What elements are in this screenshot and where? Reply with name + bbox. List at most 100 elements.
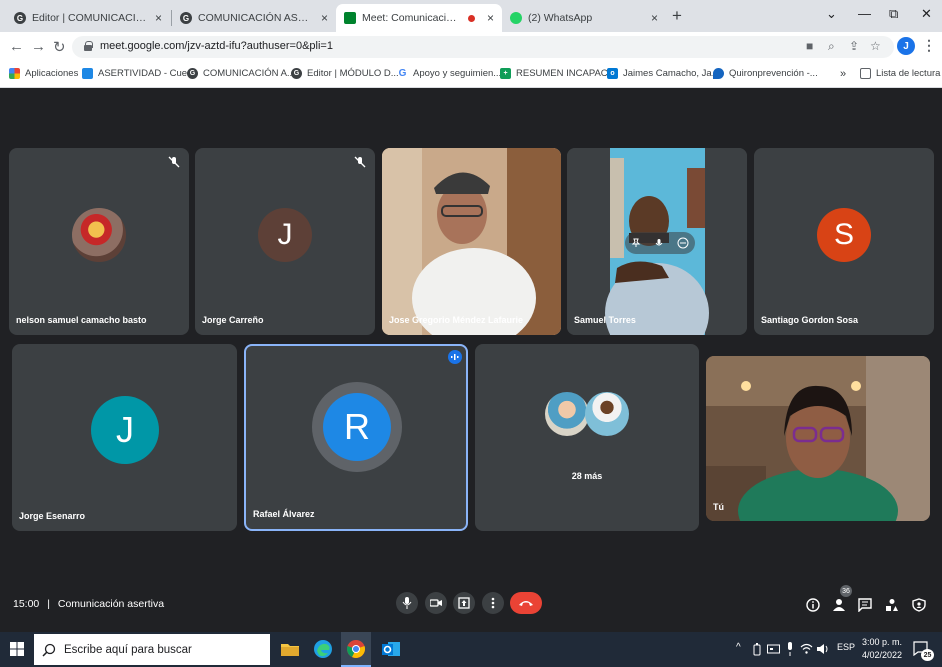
tab-search-chevron-icon[interactable]: ⌄ [826,6,837,22]
bookmark-label: Apoyo y seguimien... [413,68,502,79]
participant-tile-rafael[interactable]: R Rafael Álvarez [244,344,468,531]
camera-button[interactable] [425,592,447,614]
bookmark-apoyo[interactable]: G Apoyo y seguimien... [397,68,502,79]
browser-menu-icon[interactable]: ⋮ [922,37,936,54]
reading-list-button[interactable]: Lista de lectura [860,68,940,79]
tab-meet[interactable]: Meet: Comunicación asertiva × [336,4,502,32]
pin-icon[interactable] [631,238,641,248]
participant-name: Jose Gregorio Méndez Lafaurie [389,315,524,325]
participant-tile-nelson[interactable]: nelson samuel camacho basto [9,148,189,335]
meeting-info-icon[interactable] [806,598,820,612]
tab-editor[interactable]: G Editor | COMUNICACIÓN ASERTIVA × [6,4,170,32]
participant-name: nelson samuel camacho basto [16,315,147,325]
host-controls-icon[interactable] [912,598,926,612]
tab-whatsapp[interactable]: (2) WhatsApp × [502,4,666,32]
share-icon[interactable]: ⇪ [849,39,859,53]
participant-tile-jose-gregorio[interactable]: Jose Gregorio Méndez Lafaurie [382,148,561,335]
edge-icon[interactable] [313,639,333,659]
taskbar-date: 4/02/2022 [862,650,903,660]
microphone-tray-icon[interactable] [786,642,794,656]
taskbar-search-box[interactable]: Escribe aquí para buscar [34,634,270,665]
bookmark-quiron[interactable]: Quironprevención -... [713,68,818,79]
meet-favicon-icon [344,12,356,24]
back-arrow-icon[interactable]: ← [9,38,24,55]
reload-icon[interactable]: ↻ [53,38,66,56]
participant-tile-samuel-torres[interactable]: Samuel Torres [567,148,747,335]
mic-off-icon [354,156,366,168]
bookmark-apps[interactable]: Aplicaciones [9,68,78,79]
participant-name: Rafael Álvarez [253,509,315,519]
present-screen-icon [458,597,470,609]
activities-icon[interactable] [885,598,899,612]
network-card-icon[interactable] [767,643,780,654]
taskbar-clock[interactable]: 3:00 p. m. 4/02/2022 [862,636,902,662]
participant-tile-jorge-esenarro[interactable]: J Jorge Esenarro [12,344,237,531]
language-indicator[interactable]: ESP [837,642,855,652]
tab-title: (2) WhatsApp [528,12,593,24]
mic-icon[interactable] [654,238,664,248]
microphone-button[interactable] [396,592,418,614]
recording-indicator-icon [467,14,475,22]
camera-in-use-icon[interactable]: ■ [806,39,813,53]
camera-icon [430,599,442,607]
bookmark-comunicacion[interactable]: G COMUNICACIÓN A... [187,68,295,79]
tab-title: COMUNICACIÓN ASERTIVA por | [198,12,315,24]
bookmark-star-icon[interactable]: ☆ [870,39,881,53]
participant-tile-others[interactable]: 28 más [475,344,699,531]
self-view-tile[interactable]: Tú [706,356,930,521]
whatsapp-favicon-icon [510,12,522,24]
close-window-icon[interactable]: ✕ [921,6,932,22]
battery-plug-icon[interactable] [752,643,762,656]
tab-close-icon[interactable]: × [487,11,494,25]
address-bar[interactable]: meet.google.com/jzv-aztd-ifu?authuser=0&… [72,36,894,58]
participant-tile-jorge-carreno[interactable]: J Jorge Carreño [195,148,375,335]
forward-arrow-icon[interactable]: → [31,38,46,55]
wifi-icon[interactable] [800,643,813,654]
remove-icon[interactable] [677,237,689,249]
bookmark-resumen[interactable]: + RESUMEN INCAPAC... [500,68,616,79]
zoom-icon[interactable]: ⌕ [828,39,835,54]
participant-name: Samuel Torres [574,315,636,325]
more-options-button[interactable] [482,592,504,614]
lock-icon [84,41,93,51]
bookmark-asertividad[interactable]: ASERTIVIDAD - Cue... [82,68,195,79]
participant-name: Jorge Carreño [202,315,264,325]
chrome-taskbar-active[interactable] [341,632,371,667]
tab-strip: G Editor | COMUNICACIÓN ASERTIVA × G COM… [0,0,942,32]
participant-tile-santiago[interactable]: S Santiago Gordon Sosa [754,148,934,335]
tab-close-icon[interactable]: × [321,11,328,25]
url-text: meet.google.com/jzv-aztd-ifu?authuser=0&… [100,40,333,52]
participant-initial-avatar: J [258,208,312,262]
outlook-icon[interactable] [381,639,401,659]
file-explorer-icon[interactable] [280,639,300,659]
tray-chevron-icon[interactable]: ^ [736,642,741,653]
new-tab-button[interactable]: + [672,6,682,26]
more-bookmarks-icon[interactable]: » [840,68,846,80]
profile-avatar[interactable]: J [897,37,915,55]
more-vert-icon [491,597,495,609]
present-button[interactable] [453,592,475,614]
restore-icon[interactable]: ⧉ [889,6,898,22]
tab-comunicacion[interactable]: G COMUNICACIÓN ASERTIVA por | × [172,4,336,32]
google-g-icon: G [398,68,407,79]
minimize-icon[interactable]: — [858,6,871,21]
chat-icon[interactable] [858,598,872,612]
bookmark-jaimes[interactable]: o Jaimes Camacho, Ja... [607,68,720,79]
bookmark-editor-modulo[interactable]: G Editor | MÓDULO D... [291,68,399,79]
meet-stage: nelson samuel camacho basto J Jorge Carr… [0,88,942,632]
chrome-favicon-icon: G [180,12,192,24]
windows-start-icon[interactable] [10,642,24,656]
people-icon[interactable] [832,598,846,612]
reading-list-icon [860,68,871,79]
leave-call-button[interactable] [510,592,542,614]
participant-photo-avatar [72,208,126,262]
tab-close-icon[interactable]: × [155,11,162,25]
bookmark-label: Aplicaciones [25,68,79,79]
site-favicon-icon [82,68,93,79]
tab-title: Meet: Comunicación asertiva [362,12,462,24]
more-participants-label: 28 más [571,471,603,481]
site-favicon-icon [713,68,724,79]
tab-close-icon[interactable]: × [651,11,658,25]
screen: G Editor | COMUNICACIÓN ASERTIVA × G COM… [0,0,942,667]
volume-icon[interactable] [817,643,830,655]
